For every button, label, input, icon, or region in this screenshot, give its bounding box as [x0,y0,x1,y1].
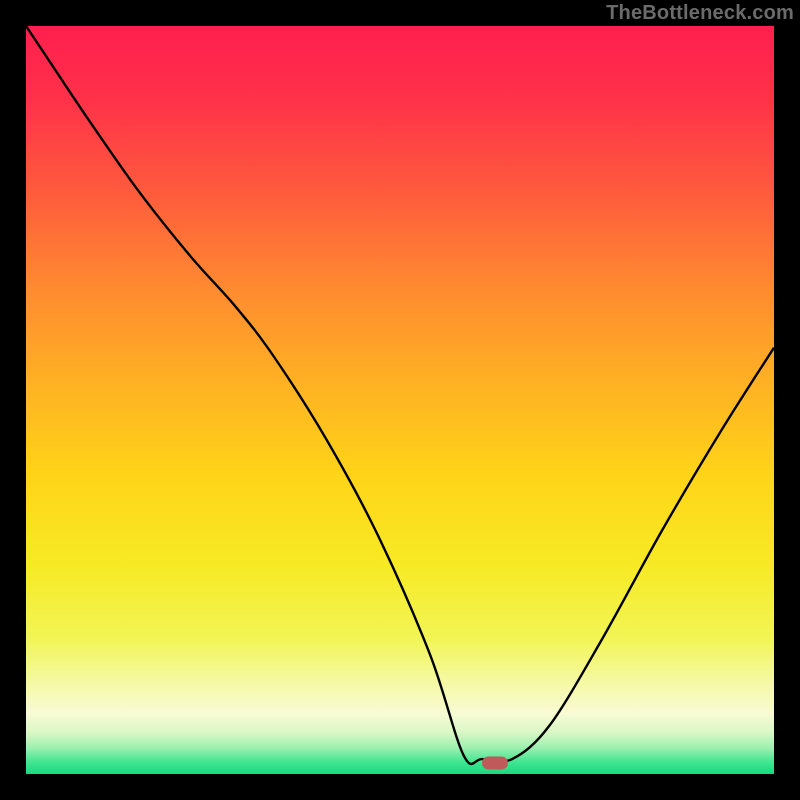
bottleneck-curve [26,26,774,774]
plot-area [26,26,774,774]
chart-stage: TheBottleneck.com [0,0,800,800]
watermark-text: TheBottleneck.com [606,2,794,25]
optimal-marker [482,756,508,769]
bottleneck-curve-path [26,26,774,764]
